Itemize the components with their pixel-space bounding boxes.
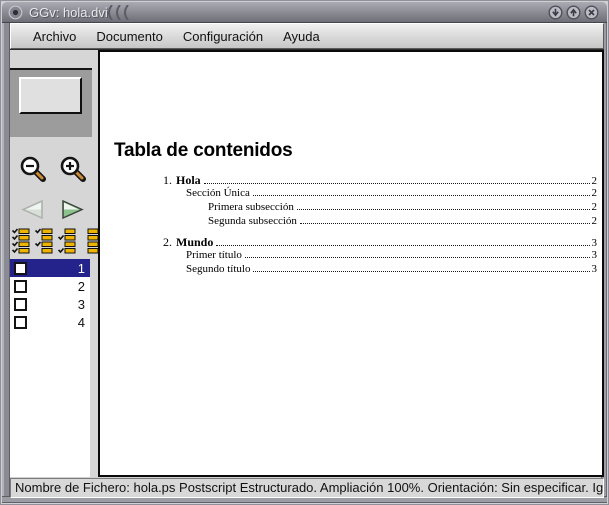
document-heading: Tabla de contenidos [114,140,293,161]
sidebar: 1 2 3 4 [10,50,99,477]
page-number: 1 [77,260,85,276]
select-all-pages-button[interactable] [11,228,30,260]
toc-page-number: 3 [591,249,598,261]
zoom-out-button[interactable] [19,155,48,189]
checklist-all-icon [11,228,30,254]
toc-dot-leader [252,195,590,196]
checklist-odd-icon [34,228,53,254]
window-menu-icon[interactable] [8,5,23,20]
zoom-in-button[interactable] [59,155,88,189]
menu-configuracion[interactable]: Configuración [173,26,273,47]
toc-entry: Primera subsección 2 [163,201,597,215]
toc-page-number: 2 [591,215,598,227]
toc-title: Mundo [176,235,214,249]
status-bar: Nombre de Fichero: hola.ps Postscript Es… [10,478,604,498]
ggv-window: GGv: hola.dvi Archivo Documento Configur… [0,0,609,505]
toc-title: Segunda subsección [208,215,297,227]
left-arrow-icon [21,199,43,220]
magnifier-plus-icon [60,156,86,182]
menu-archivo[interactable]: Archivo [23,26,86,47]
toc-page-number: 2 [591,187,598,199]
toc-dot-leader [299,223,590,224]
menu-ayuda[interactable]: Ayuda [273,26,330,47]
page-thumbnail[interactable] [19,77,82,114]
page-row-2[interactable]: 2 [10,277,90,295]
window-title: GGv: hola.dvi [29,5,108,20]
prev-page-button[interactable] [20,199,45,225]
table-of-contents: 1. Hola 2 Sección Única 2 Primera subsec… [163,173,597,277]
next-page-button[interactable] [60,199,85,225]
toc-dot-leader [203,183,590,184]
toc-dot-leader [244,257,590,258]
toc-entry: Segundo título 3 [163,263,597,277]
right-arrow-icon [62,199,84,220]
menubar: Archivo Documento Configuración Ayuda [10,23,604,49]
deselect-all-pages-button[interactable] [81,228,99,260]
page-row-4[interactable]: 4 [10,313,90,331]
toc-page-number: 2 [591,175,598,187]
toc-entry: Primer título 3 [163,249,597,263]
titlebar-grip [105,4,131,25]
toc-dot-leader [296,209,590,210]
menu-documento[interactable]: Documento [86,26,172,47]
thumbnail-panel [10,68,92,137]
toc-entry: Segunda subsección 2 [163,215,597,229]
toc-entry: Sección Única 2 [163,187,597,201]
toc-number: 2. [163,235,172,249]
toc-entry: 1. Hola 2 [163,173,597,187]
maximize-icon[interactable] [566,5,581,20]
page-checkbox-1[interactable] [14,261,27,275]
page-number: 4 [77,314,85,330]
toc-page-number: 3 [591,237,598,249]
page-row-1[interactable]: 1 [10,259,90,277]
window-frame-left [2,23,10,503]
magnifier-minus-icon [20,156,46,182]
page-number: 3 [77,296,85,312]
minimize-icon[interactable] [548,5,563,20]
titlebar[interactable]: GGv: hola.dvi [2,2,607,23]
document-view: Tabla de contenidos 1. Hola 2 Sección Ún… [98,50,604,477]
close-icon[interactable] [584,5,599,20]
page-row-3[interactable]: 3 [10,295,90,313]
page-list: 1 2 3 4 [10,259,90,477]
toc-entry: 2. Mundo 3 [163,235,597,249]
checklist-even-icon [57,228,76,254]
toc-page-number: 3 [591,263,598,275]
toc-title: Segundo título [186,263,251,275]
page-checkbox-2[interactable] [14,279,27,293]
toc-dot-leader [216,245,590,246]
select-odd-pages-button[interactable] [34,228,53,260]
toc-page-number: 2 [591,201,598,213]
toc-title: Hola [176,173,201,187]
select-even-pages-button[interactable] [57,228,76,260]
page-number: 2 [77,278,85,294]
toc-number: 1. [163,173,172,187]
page-checkbox-3[interactable] [14,297,27,311]
page-checkbox-4[interactable] [14,315,27,329]
toc-title: Primera subsección [208,201,294,213]
checklist-none-icon [87,228,99,254]
toc-dot-leader [253,271,590,272]
content-area: 1 2 3 4 Tabla de contenidos 1. Hola 2 Se… [10,50,604,477]
toc-title: Sección Única [186,187,250,199]
toc-title: Primer título [186,249,242,261]
